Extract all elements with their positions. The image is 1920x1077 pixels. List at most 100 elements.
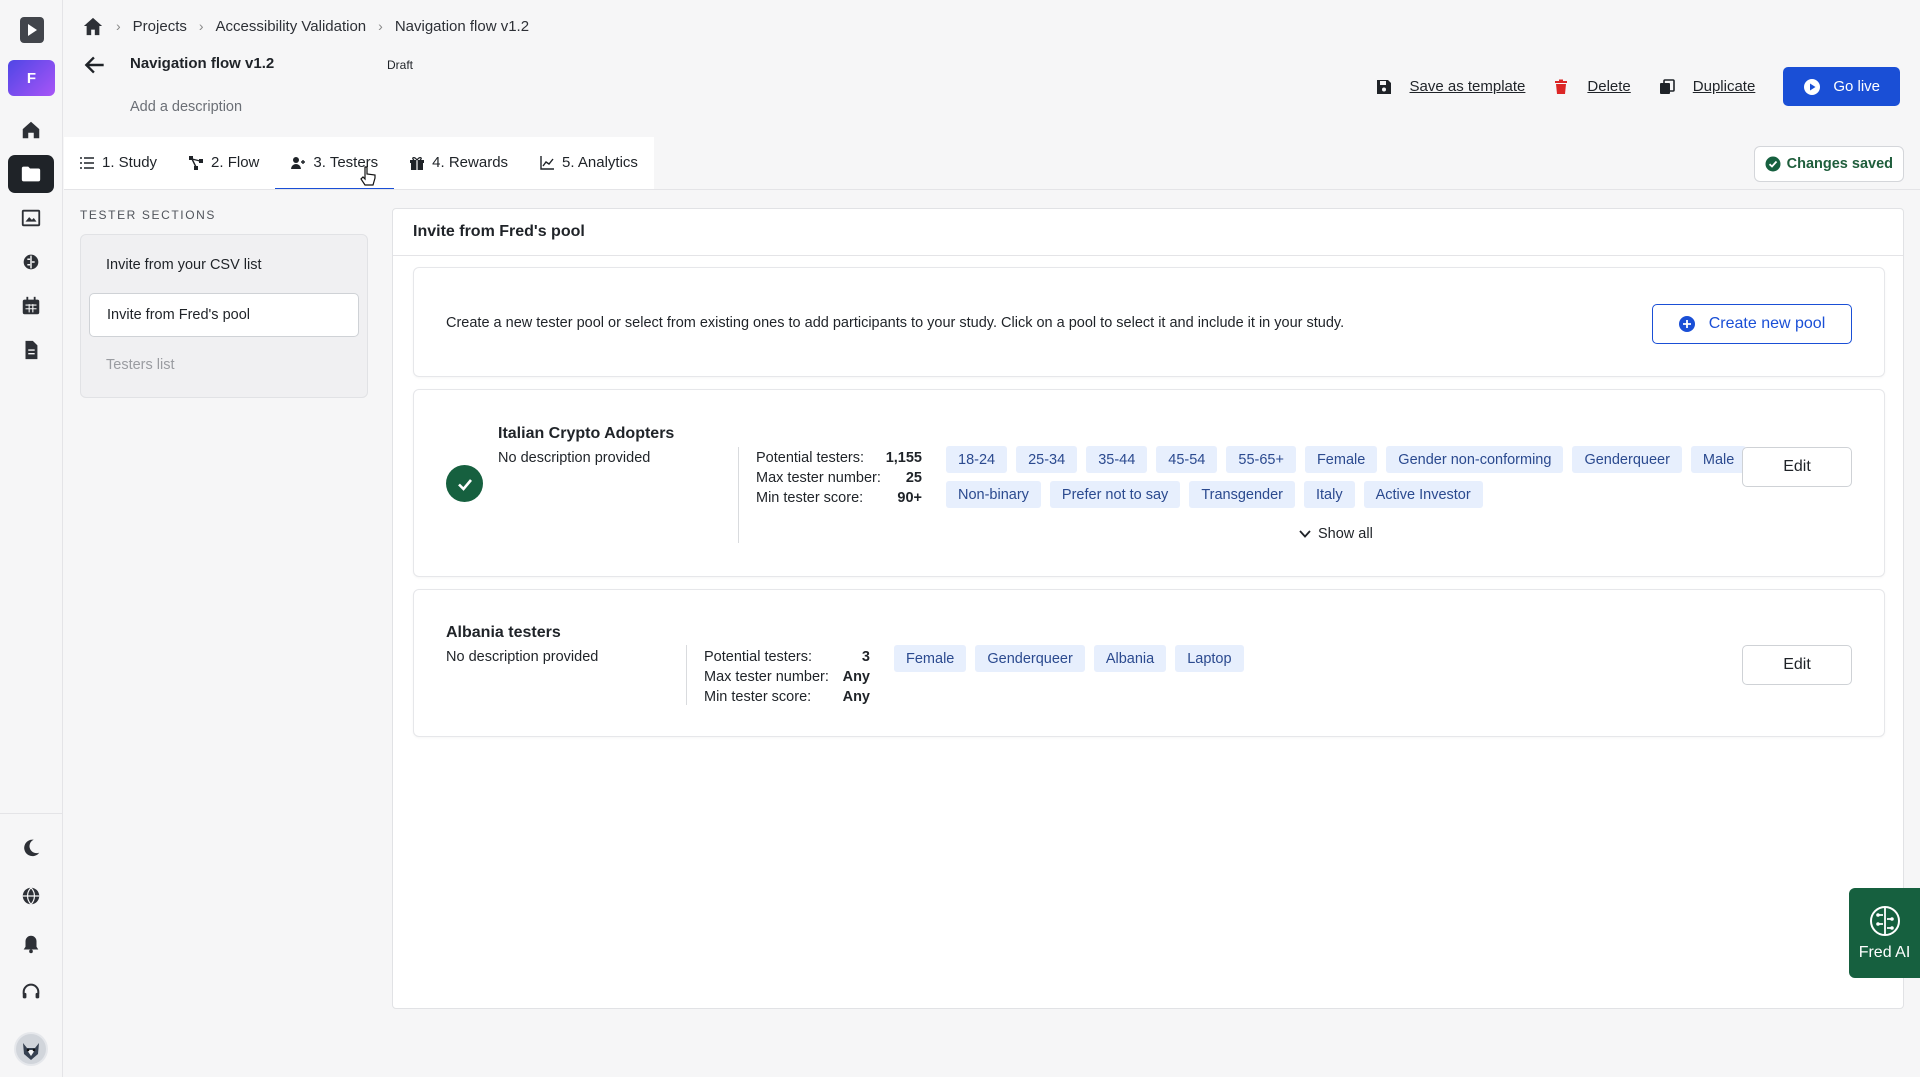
tag-chip: Female <box>894 645 967 672</box>
sections-nav: Invite from your CSV list Invite from Fr… <box>80 234 368 398</box>
stat-max: Max tester number: Any <box>704 669 870 685</box>
duplicate-button[interactable]: Duplicate <box>1659 78 1756 95</box>
brain-icon[interactable] <box>8 243 54 281</box>
edit-pool-button[interactable]: Edit <box>1742 447 1852 487</box>
selected-check-icon <box>446 465 483 502</box>
stat-value: 25 <box>905 470 922 486</box>
pool-card[interactable]: Albania testers No description provided … <box>413 589 1885 737</box>
pointer-cursor-icon <box>360 166 376 186</box>
document-icon[interactable] <box>8 331 54 369</box>
tag-chip: 55-65+ <box>1226 446 1296 473</box>
breadcrumb-projects[interactable]: Projects <box>133 18 187 35</box>
stat-value: 3 <box>861 649 870 665</box>
create-new-pool-label: Create new pool <box>1708 315 1826 332</box>
save-as-template-label: Save as template <box>1409 78 1526 95</box>
pool-tags: Female Genderqueer Albania Laptop <box>894 645 1714 672</box>
section-testers-list: Testers list <box>106 357 175 373</box>
go-live-label: Go live <box>1833 78 1880 95</box>
tag-chip: Albania <box>1093 645 1167 672</box>
stat-label: Min tester score: <box>756 490 864 506</box>
pool-tags: 18-24 25-34 35-44 45-54 55-65+ Female Gender n… <box>946 446 1766 508</box>
media-icon[interactable] <box>8 199 54 237</box>
chart-icon <box>540 155 555 170</box>
show-all-label: Show all <box>1318 526 1373 542</box>
bell-icon[interactable] <box>8 925 54 963</box>
pool-name: Italian Crypto Adopters <box>498 425 675 442</box>
panel-title: Invite from Fred's pool <box>413 223 585 240</box>
tag-chip: Male <box>1690 446 1747 473</box>
description-field[interactable]: Add a description <box>130 99 242 115</box>
stat-label: Potential testers: <box>704 649 812 665</box>
intro-card: Create a new tester pool or select from … <box>413 267 1885 377</box>
chevron-right-icon: › <box>378 18 383 34</box>
tabs-divider <box>64 189 1920 190</box>
tab-analytics-label: 5. Analytics <box>562 154 638 171</box>
duplicate-label: Duplicate <box>1692 78 1756 95</box>
list-icon <box>80 156 94 169</box>
left-rail: F <box>0 0 63 1077</box>
home-breadcrumb-icon[interactable] <box>82 16 104 36</box>
app-logo-icon[interactable] <box>20 17 44 43</box>
stat-potential: Potential testers: 1,155 <box>756 450 922 466</box>
tag-chip: Genderqueer <box>975 645 1085 672</box>
stat-min-score: Min tester score: Any <box>704 689 870 705</box>
rail-divider <box>0 813 63 814</box>
copy-icon <box>1659 78 1675 94</box>
floppy-icon <box>1376 79 1391 94</box>
edit-pool-button[interactable]: Edit <box>1742 645 1852 685</box>
tag-chip: 25-34 <box>1016 446 1078 473</box>
go-live-button[interactable]: Go live <box>1783 67 1900 106</box>
stat-label: Max tester number: <box>756 470 881 486</box>
home-icon[interactable] <box>8 111 54 149</box>
stat-max: Max tester number: 25 <box>756 470 922 486</box>
stat-value: 90+ <box>897 490 922 506</box>
headset-icon[interactable] <box>8 973 54 1011</box>
chevron-down-icon <box>1299 530 1311 538</box>
tag-chip: Genderqueer <box>1572 446 1682 473</box>
save-status-badge: Changes saved <box>1753 146 1904 182</box>
chevron-right-icon: › <box>116 18 121 34</box>
folder-icon[interactable] <box>8 155 54 193</box>
flow-icon <box>189 155 204 170</box>
org-switcher[interactable]: F <box>8 60 55 96</box>
header-actions: Save as template Delete Duplicate Go liv… <box>1376 67 1900 106</box>
stat-value: Any <box>842 669 870 685</box>
show-all-button[interactable]: Show all <box>1298 526 1373 542</box>
tab-rewards-label: 4. Rewards <box>432 154 509 171</box>
pool-name: Albania testers <box>446 624 561 641</box>
calendar-icon[interactable] <box>8 287 54 325</box>
sections-heading: TESTER SECTIONS <box>80 208 217 222</box>
tab-rewards[interactable]: 4. Rewards <box>394 137 524 190</box>
breadcrumb-project[interactable]: Accessibility Validation <box>216 18 367 35</box>
pool-description: No description provided <box>446 649 599 665</box>
fred-ai-label: Fred AI <box>1858 944 1911 961</box>
create-new-pool-button[interactable]: Create new pool <box>1652 304 1852 344</box>
org-initial: F <box>26 69 37 87</box>
brain-circuit-icon <box>1869 906 1900 936</box>
tag-chip: Active Investor <box>1363 481 1483 508</box>
intro-text: Create a new tester pool or select from … <box>446 315 1345 331</box>
tab-analytics[interactable]: 5. Analytics <box>524 137 654 190</box>
stat-value: 1,155 <box>885 450 922 466</box>
status-badge: Draft <box>387 58 414 72</box>
tag-chip: Gender non-conforming <box>1386 446 1564 473</box>
tab-study[interactable]: 1. Study <box>64 137 173 190</box>
page-title: Navigation flow v1.2 <box>130 55 275 72</box>
save-as-template-button[interactable]: Save as template <box>1376 78 1526 95</box>
tag-chip: 18-24 <box>946 446 1008 473</box>
globe-icon[interactable] <box>8 877 54 915</box>
tab-flow[interactable]: 2. Flow <box>173 137 275 190</box>
moon-icon[interactable] <box>8 829 54 867</box>
tag-chip: Transgender <box>1189 481 1295 508</box>
tag-chip: 45-54 <box>1156 446 1218 473</box>
pool-card[interactable]: Italian Crypto Adopters No description p… <box>413 389 1885 577</box>
plus-circle-icon <box>1678 316 1695 332</box>
delete-button[interactable]: Delete <box>1553 78 1631 95</box>
back-arrow-icon[interactable] <box>82 52 108 78</box>
stat-value: Any <box>842 689 870 705</box>
section-csv[interactable]: Invite from your CSV list <box>89 243 359 287</box>
fred-ai-button[interactable]: Fred AI <box>1849 888 1920 978</box>
avatar[interactable] <box>14 1032 48 1066</box>
delete-label: Delete <box>1587 78 1631 95</box>
section-freds-pool[interactable]: Invite from Fred's pool <box>89 293 359 337</box>
